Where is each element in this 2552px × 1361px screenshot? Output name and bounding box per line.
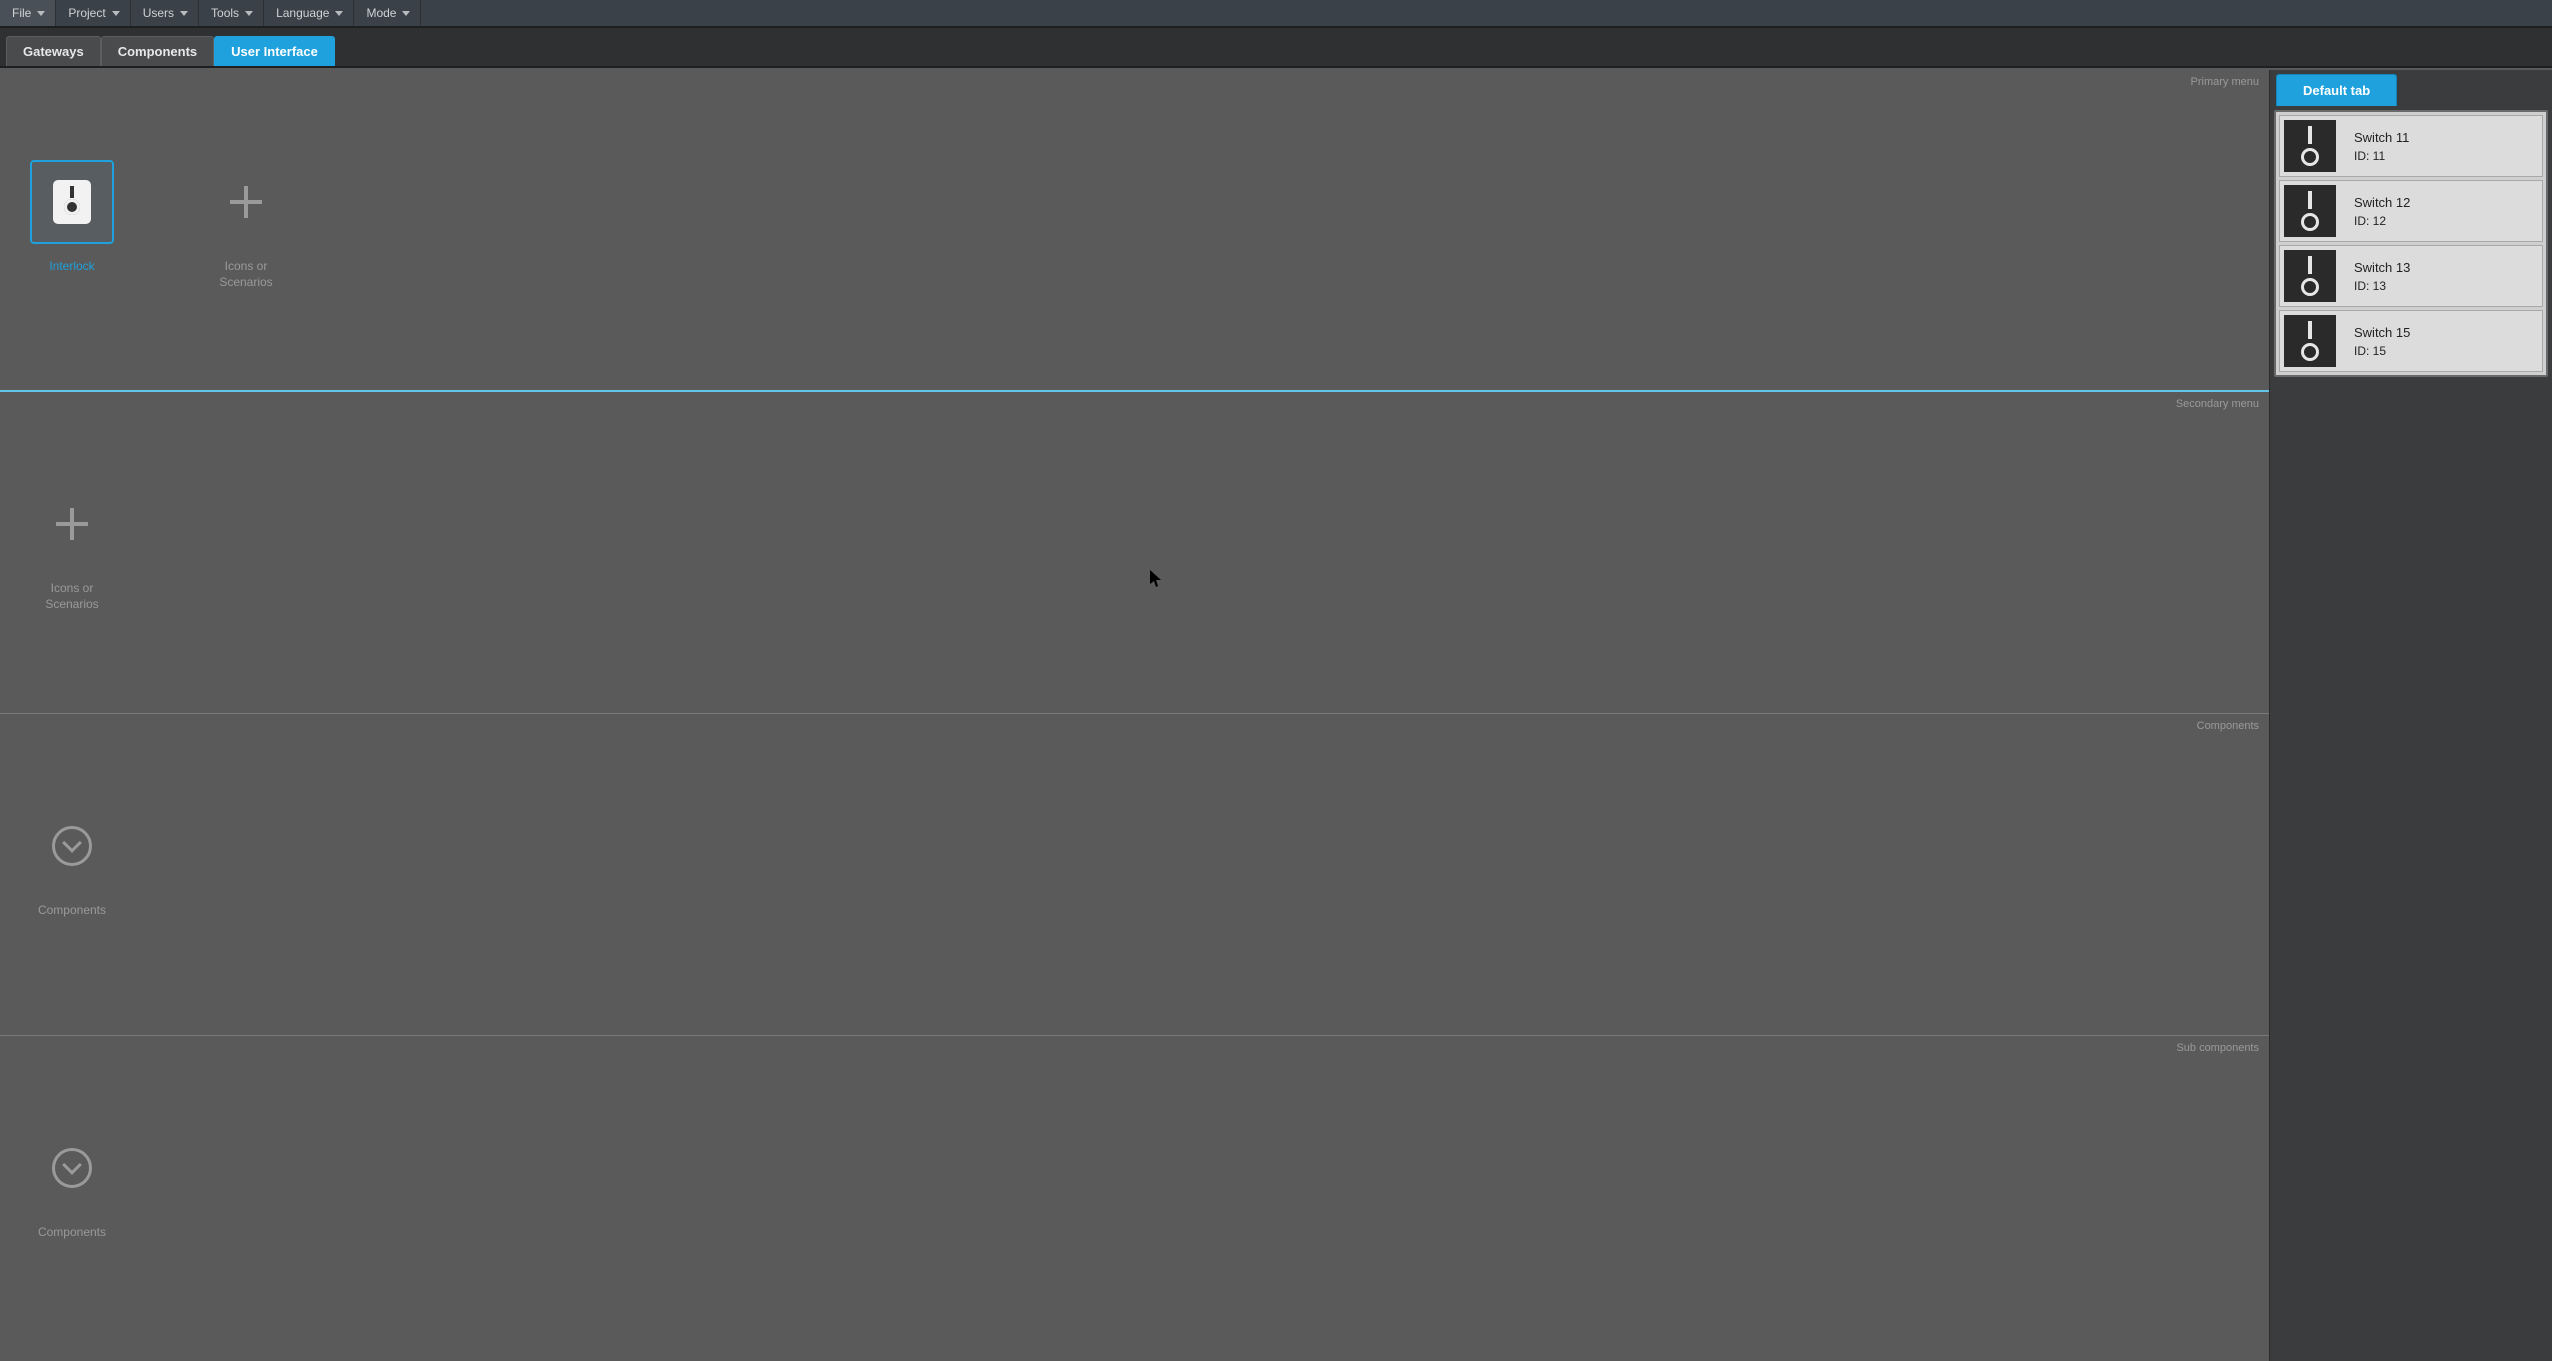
tab-gateways-label: Gateways [23, 44, 84, 59]
tile-components-drop[interactable]: Components [30, 804, 114, 918]
chevron-down-circle-icon [52, 1148, 92, 1188]
side-item-name: Switch 13 [2354, 260, 2410, 275]
side-tab-label: Default tab [2303, 83, 2370, 98]
section-components-label: Components [2197, 720, 2259, 732]
menu-users-label: Users [143, 6, 174, 20]
tile-subcomponents-drop[interactable]: Components [30, 1126, 114, 1240]
side-tab-default[interactable]: Default tab [2276, 74, 2397, 106]
workspace: Primary menu Interlock Icons or Scenario… [0, 70, 2552, 1361]
menu-tools-label: Tools [211, 6, 239, 20]
side-item-id: ID: 12 [2354, 214, 2410, 228]
tile-add-secondary[interactable]: Icons or Scenarios [30, 482, 114, 612]
side-item-switch[interactable]: Switch 11 ID: 11 [2279, 115, 2543, 177]
tile-interlock-box [30, 160, 114, 244]
switch-thumb-icon [2284, 185, 2336, 237]
tile-components-label: Components [38, 902, 106, 918]
section-components[interactable]: Components Components [0, 714, 2269, 1036]
tile-add-secondary-label: Icons or Scenarios [45, 580, 98, 612]
menu-project[interactable]: Project [56, 0, 130, 26]
tile-add-secondary-box [30, 482, 114, 566]
tab-gateways[interactable]: Gateways [6, 36, 101, 66]
caret-down-icon [335, 11, 343, 16]
tile-add-primary-box [204, 160, 288, 244]
menu-file-label: File [12, 6, 31, 20]
section-sub-components[interactable]: Sub components Components [0, 1036, 2269, 1361]
side-item-switch[interactable]: Switch 13 ID: 13 [2279, 245, 2543, 307]
tab-user-interface[interactable]: User Interface [214, 36, 335, 66]
side-item-name: Switch 11 [2354, 130, 2409, 145]
caret-down-icon [245, 11, 253, 16]
switch-thumb-icon [2284, 120, 2336, 172]
side-item-switch[interactable]: Switch 12 ID: 12 [2279, 180, 2543, 242]
menubar: File Project Users Tools Language Mode [0, 0, 2552, 28]
caret-down-icon [37, 11, 45, 16]
tile-interlock[interactable]: Interlock [30, 160, 114, 290]
tile-interlock-label: Interlock [49, 258, 94, 274]
tab-user-interface-label: User Interface [231, 44, 318, 59]
switch-thumb-icon [2284, 315, 2336, 367]
menu-tools[interactable]: Tools [199, 0, 264, 26]
caret-down-icon [180, 11, 188, 16]
tab-components-label: Components [118, 44, 197, 59]
side-panel: Default tab Switch 11 ID: 11 Switch 12 I… [2270, 70, 2552, 1361]
menu-users[interactable]: Users [131, 0, 199, 26]
section-primary-menu[interactable]: Primary menu Interlock Icons or Scenario… [0, 70, 2269, 392]
menu-mode-label: Mode [366, 6, 396, 20]
side-item-id: ID: 11 [2354, 149, 2409, 163]
tile-add-primary[interactable]: Icons or Scenarios [204, 160, 288, 290]
canvas-column: Primary menu Interlock Icons or Scenario… [0, 70, 2270, 1361]
caret-down-icon [112, 11, 120, 16]
menu-file[interactable]: File [0, 0, 56, 26]
switch-thumb-icon [2284, 250, 2336, 302]
plus-icon [228, 184, 264, 220]
tile-add-primary-label: Icons or Scenarios [219, 258, 272, 290]
menu-language[interactable]: Language [264, 0, 354, 26]
tile-subcomponents-box [30, 1126, 114, 1210]
side-item-switch[interactable]: Switch 15 ID: 15 [2279, 310, 2543, 372]
side-item-name: Switch 15 [2354, 325, 2410, 340]
side-list: Switch 11 ID: 11 Switch 12 ID: 12 Switch… [2274, 110, 2548, 377]
caret-down-icon [402, 11, 410, 16]
menu-mode[interactable]: Mode [354, 0, 421, 26]
section-primary-label: Primary menu [2191, 76, 2259, 88]
interlock-switch-icon [53, 180, 91, 224]
tile-subcomponents-label: Components [38, 1224, 106, 1240]
side-item-id: ID: 13 [2354, 279, 2410, 293]
tabbar: Gateways Components User Interface [0, 28, 2552, 68]
plus-icon [54, 506, 90, 542]
menu-language-label: Language [276, 6, 329, 20]
side-item-name: Switch 12 [2354, 195, 2410, 210]
chevron-down-circle-icon [52, 826, 92, 866]
tile-components-box [30, 804, 114, 888]
section-secondary-label: Secondary menu [2176, 398, 2259, 410]
menu-project-label: Project [68, 6, 105, 20]
side-item-id: ID: 15 [2354, 344, 2410, 358]
section-subcomponents-label: Sub components [2176, 1042, 2259, 1054]
tab-components[interactable]: Components [101, 36, 214, 66]
section-secondary-menu[interactable]: Secondary menu Icons or Scenarios [0, 392, 2269, 714]
